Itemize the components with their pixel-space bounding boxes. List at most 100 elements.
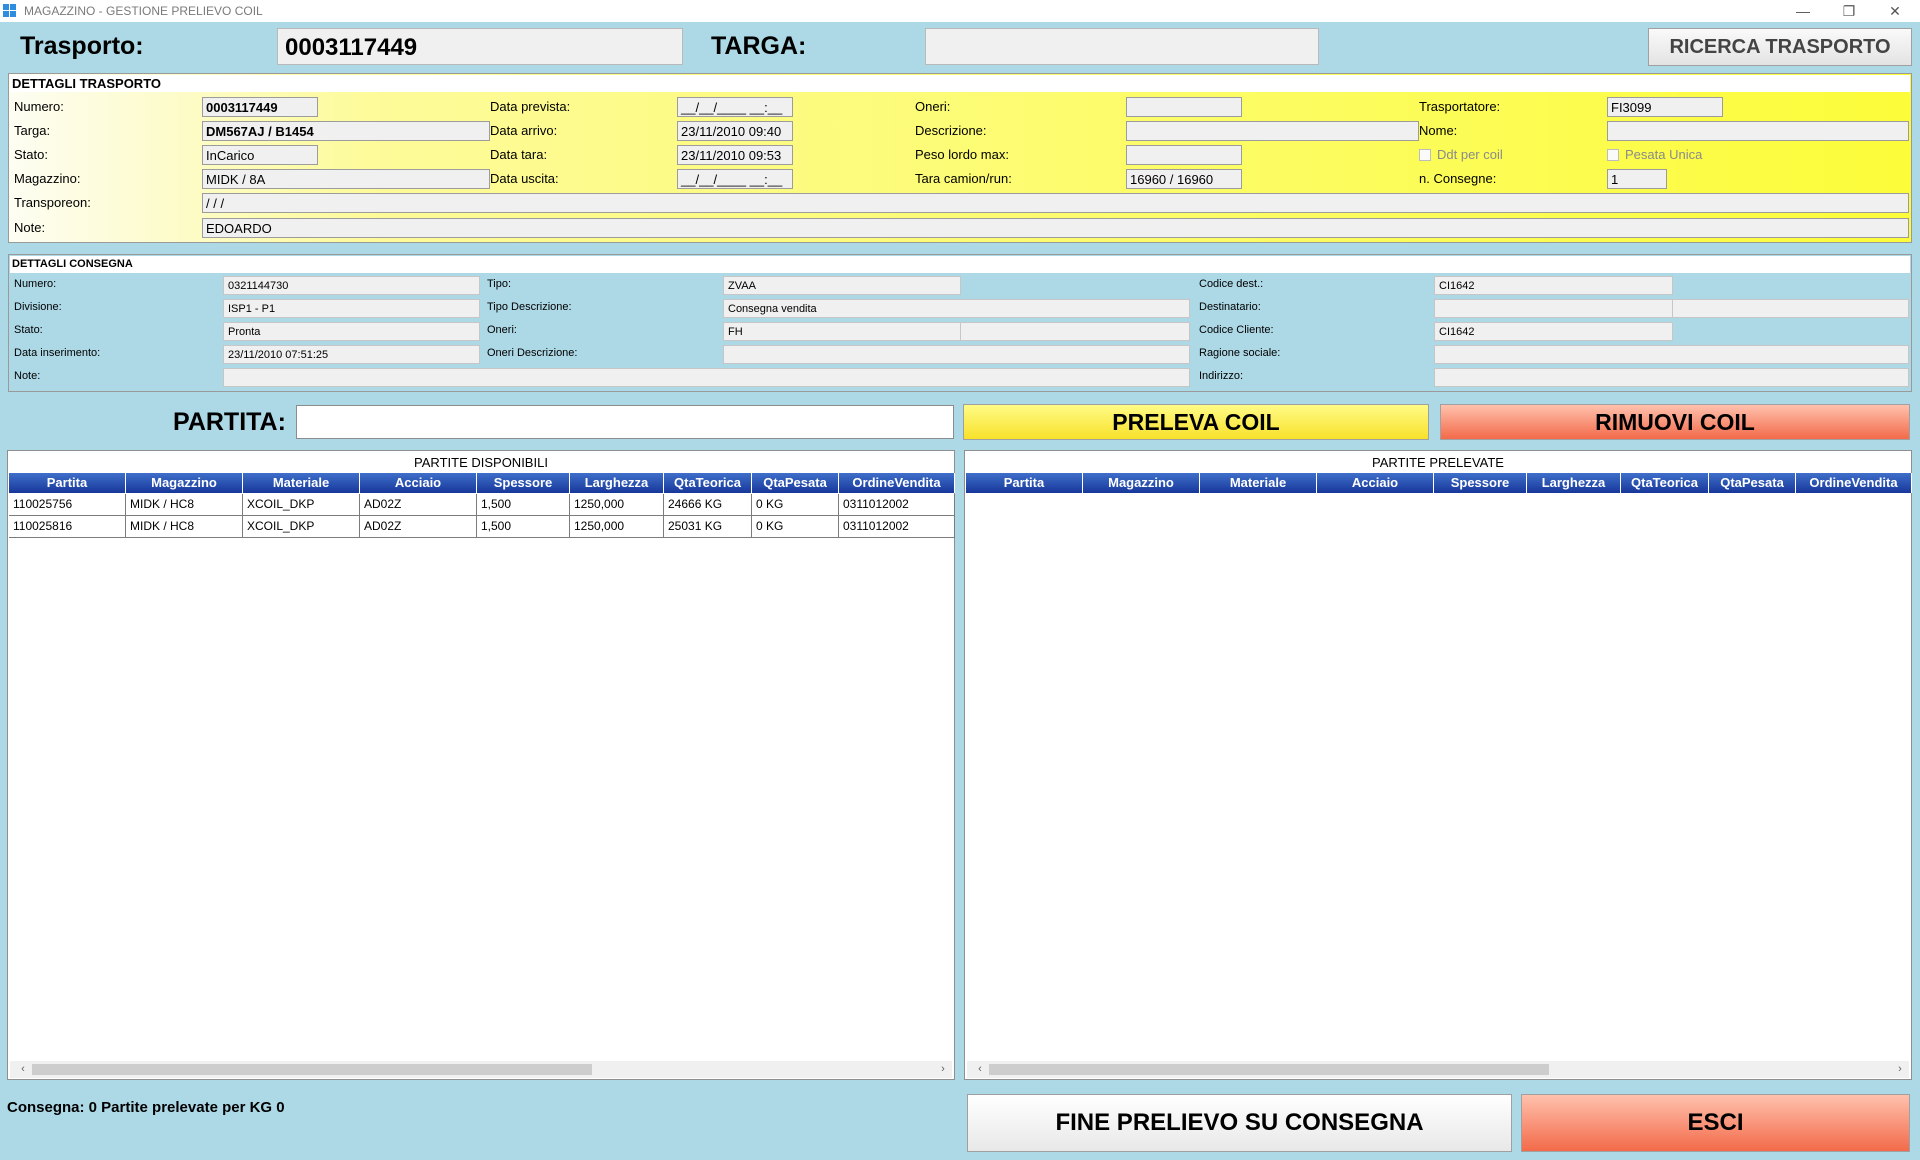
cell-materiale: XCOIL_DKP — [243, 494, 360, 516]
consegna-note-field[interactable] — [223, 368, 1190, 387]
close-icon[interactable]: ✕ — [1872, 0, 1918, 22]
indirizzo-field[interactable] — [1434, 368, 1909, 387]
ricerca-trasporto-button[interactable]: RICERCA TRASPORTO — [1648, 28, 1912, 66]
scrollbar-thumb[interactable] — [989, 1064, 1549, 1075]
window-title: MAGAZZINO - GESTIONE PRELIEVO COIL — [24, 4, 263, 18]
column-header[interactable]: QtaPesata — [1709, 473, 1796, 493]
destinatario-field[interactable] — [1434, 299, 1673, 318]
pesata-unica-checkbox[interactable] — [1607, 149, 1619, 161]
trasporto-input[interactable]: 0003117449 — [277, 28, 683, 65]
codice-cliente-field[interactable]: CI1642 — [1434, 322, 1673, 341]
horizontal-scrollbar[interactable]: ‹ › — [967, 1061, 1909, 1078]
dettagli-consegna-panel: DETTAGLI CONSEGNA Numero: 0321144730 Div… — [8, 254, 1912, 392]
n-consegne-label: n. Consegne: — [1419, 171, 1497, 186]
destinatario-extra-field[interactable] — [1672, 299, 1909, 318]
consegna-stato-field[interactable]: Pronta — [223, 322, 480, 341]
data-uscita-field[interactable]: __/__/____ __:__ — [677, 169, 793, 189]
column-header[interactable]: QtaTeorica — [1621, 473, 1709, 493]
column-header[interactable]: OrdineVendita — [1796, 473, 1912, 493]
cell-qtapesata: 0 KG — [752, 494, 839, 516]
column-header[interactable]: Materiale — [243, 473, 360, 493]
dettagli-trasporto-title: DETTAGLI TRASPORTO — [10, 75, 1910, 92]
numero-label: Numero: — [14, 99, 64, 114]
restore-icon[interactable]: ❐ — [1826, 0, 1872, 22]
column-header[interactable]: QtaTeorica — [664, 473, 752, 493]
cell-materiale: XCOIL_DKP — [243, 516, 360, 538]
preleva-coil-button[interactable]: PRELEVA COIL — [963, 404, 1429, 440]
trasportatore-field[interactable]: FI3099 — [1607, 97, 1723, 117]
scrollbar-thumb[interactable] — [32, 1064, 592, 1075]
consegna-numero-field[interactable]: 0321144730 — [223, 276, 480, 295]
column-header[interactable]: Larghezza — [570, 473, 664, 493]
minimize-icon[interactable]: — — [1780, 0, 1826, 22]
column-header[interactable]: Partita — [9, 473, 126, 493]
tara-camion-field[interactable]: 16960 / 16960 — [1126, 169, 1242, 189]
column-header[interactable]: Spessore — [1434, 473, 1527, 493]
peso-lordo-field[interactable] — [1126, 145, 1242, 165]
targa-label: TARGA: — [711, 32, 807, 60]
descrizione-field[interactable] — [1126, 121, 1419, 141]
scroll-left-icon[interactable]: ‹ — [973, 1061, 987, 1078]
cell-larghezza: 1250,000 — [570, 516, 664, 538]
oneri-field[interactable] — [1126, 97, 1242, 117]
consegna-numero-label: Numero: — [14, 278, 57, 290]
targa-field[interactable]: DM567AJ / B1454 — [202, 121, 490, 141]
scroll-left-icon[interactable]: ‹ — [16, 1061, 30, 1078]
column-header[interactable]: QtaPesata — [752, 473, 839, 493]
scroll-right-icon[interactable]: › — [1893, 1061, 1907, 1078]
status-text: Consegna: 0 Partite prelevate per KG 0 — [7, 1099, 285, 1116]
partita-input[interactable] — [296, 405, 954, 439]
pesata-unica-label: Pesata Unica — [1625, 147, 1703, 162]
rimuovi-coil-button[interactable]: RIMUOVI COIL — [1440, 404, 1910, 440]
numero-field[interactable]: 0003117449 — [202, 97, 318, 117]
cell-qtateorica: 24666 KG — [664, 494, 752, 516]
data-inserimento-field[interactable]: 23/11/2010 07:51:25 — [223, 345, 480, 364]
table-row[interactable]: 110025816 MIDK / HC8 XCOIL_DKP AD02Z 1,5… — [9, 516, 955, 538]
note-field[interactable]: EDOARDO — [202, 218, 1909, 238]
cell-spessore: 1,500 — [477, 516, 570, 538]
tipo-descrizione-field[interactable]: Consegna vendita — [723, 299, 1190, 318]
data-tara-field[interactable]: 23/11/2010 09:53 — [677, 145, 793, 165]
targa-input[interactable] — [925, 28, 1319, 65]
tipo-field[interactable]: ZVAA — [723, 276, 961, 295]
consegna-oneri-field[interactable]: FH — [723, 322, 961, 341]
peso-lordo-label: Peso lordo max: — [915, 147, 1009, 162]
ragione-sociale-field[interactable] — [1434, 345, 1909, 364]
column-header[interactable]: Larghezza — [1527, 473, 1621, 493]
data-arrivo-field[interactable]: 23/11/2010 09:40 — [677, 121, 793, 141]
data-prevista-field[interactable]: __/__/____ __:__ — [677, 97, 793, 117]
data-arrivo-label: Data arrivo: — [490, 123, 558, 138]
table-row[interactable]: 110025756 MIDK / HC8 XCOIL_DKP AD02Z 1,5… — [9, 494, 955, 516]
transporeon-label: Transporeon: — [14, 195, 91, 210]
oneri-descrizione-field[interactable] — [723, 345, 1190, 364]
nome-field[interactable] — [1607, 121, 1909, 141]
column-header[interactable]: Spessore — [477, 473, 570, 493]
ddt-per-coil-checkbox[interactable] — [1419, 149, 1431, 161]
descrizione-label: Descrizione: — [915, 123, 987, 138]
column-header[interactable]: OrdineVendita — [839, 473, 955, 493]
trasportatore-label: Trasportatore: — [1419, 99, 1501, 114]
column-header[interactable]: Partita — [966, 473, 1083, 493]
transporeon-field[interactable]: / / / — [202, 193, 1909, 213]
stato-label: Stato: — [14, 147, 48, 162]
column-header[interactable]: Magazzino — [1083, 473, 1200, 493]
scroll-right-icon[interactable]: › — [936, 1061, 950, 1078]
partite-disponibili-panel: PARTITE DISPONIBILI Partita Magazzino Ma… — [7, 450, 955, 1080]
stato-field[interactable]: InCarico — [202, 145, 318, 165]
magazzino-field[interactable]: MIDK / 8A — [202, 169, 490, 189]
fine-prelievo-button[interactable]: FINE PRELIEVO SU CONSEGNA — [967, 1094, 1512, 1152]
column-header[interactable]: Materiale — [1200, 473, 1317, 493]
esci-button[interactable]: ESCI — [1521, 1094, 1910, 1152]
n-consegne-field[interactable]: 1 — [1607, 169, 1667, 189]
column-header[interactable]: Acciaio — [360, 473, 477, 493]
cell-magazzino: MIDK / HC8 — [126, 494, 243, 516]
tara-camion-label: Tara camion/run: — [915, 171, 1012, 186]
divisione-field[interactable]: ISP1 - P1 — [223, 299, 480, 318]
consegna-oneri-extra-field[interactable] — [960, 322, 1190, 341]
destinatario-label: Destinatario: — [1199, 301, 1261, 313]
column-header[interactable]: Acciaio — [1317, 473, 1434, 493]
cell-acciaio: AD02Z — [360, 494, 477, 516]
horizontal-scrollbar[interactable]: ‹ › — [10, 1061, 952, 1078]
column-header[interactable]: Magazzino — [126, 473, 243, 493]
codice-dest-field[interactable]: CI1642 — [1434, 276, 1673, 295]
